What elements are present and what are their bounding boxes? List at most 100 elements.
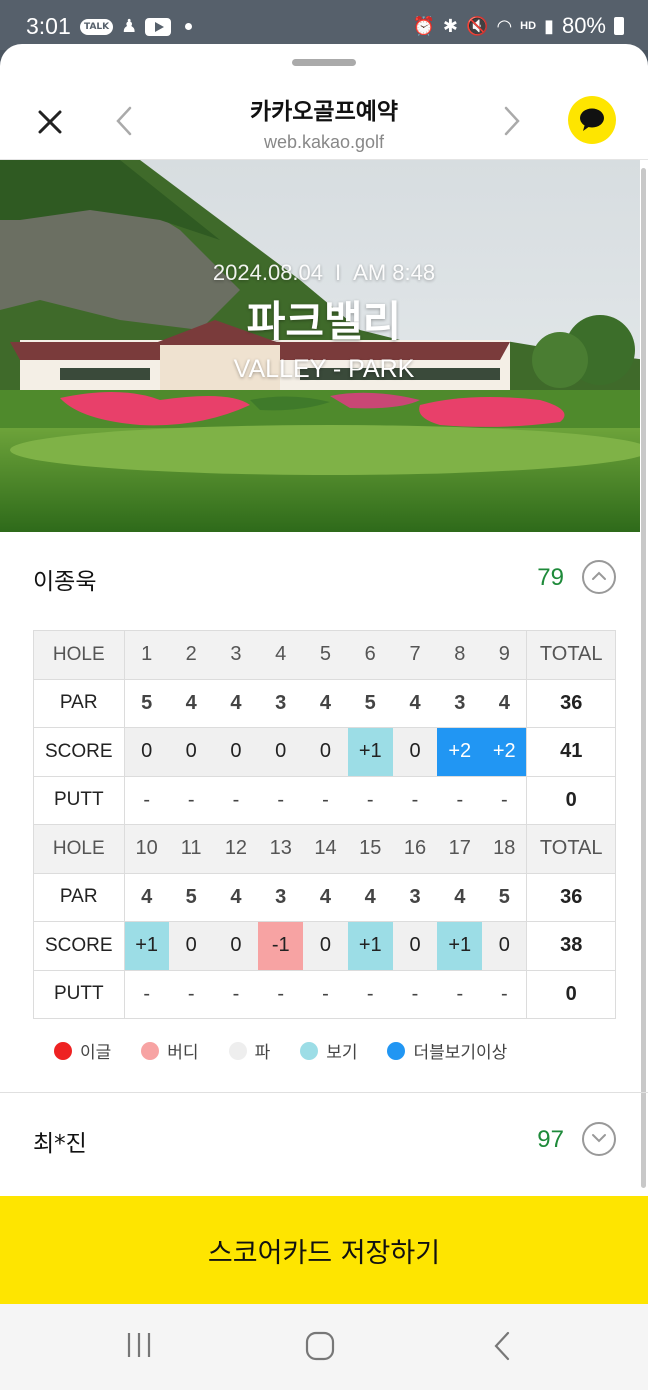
notification-icons: TALK ♟ bbox=[80, 16, 193, 37]
webview-sheet: 카카오골프예약 web.kakao.golf 2024.08.04 I AM 8… bbox=[0, 44, 648, 1304]
hole-cell: 9 bbox=[482, 630, 528, 680]
player-row-1[interactable]: 이종욱 79 bbox=[0, 534, 648, 624]
double-swatch-icon bbox=[387, 1041, 406, 1060]
hole-cell: 18 bbox=[482, 824, 528, 874]
home-button[interactable] bbox=[304, 1330, 336, 1366]
status-bar: 3:01 TALK ♟ ⏰ ✱ 🔇 ◠ HD ▮ 80% bbox=[0, 0, 648, 50]
putt-cell: - bbox=[258, 969, 304, 1019]
close-icon bbox=[38, 110, 62, 134]
score-cell: 0 bbox=[213, 921, 259, 971]
course-name: 파크밸리 bbox=[246, 297, 402, 346]
forward-nav-button[interactable] bbox=[500, 104, 524, 138]
system-nav-bar bbox=[0, 1304, 648, 1390]
score-cell: +1 bbox=[123, 921, 169, 971]
legend-item-birdie: 버디 bbox=[141, 1038, 199, 1063]
score-total: 41 bbox=[526, 727, 616, 777]
collapse-toggle-button[interactable] bbox=[582, 560, 616, 594]
hole-cell: 10 bbox=[123, 824, 169, 874]
close-button[interactable] bbox=[32, 104, 68, 140]
hole-cell: 11 bbox=[168, 824, 214, 874]
putt-cell: - bbox=[258, 775, 304, 825]
player-divider bbox=[0, 1092, 648, 1093]
putt-total: 0 bbox=[526, 969, 616, 1019]
par-label: PAR bbox=[33, 872, 125, 922]
player-total-score: 97 bbox=[537, 1126, 564, 1153]
system-back-button[interactable] bbox=[490, 1330, 514, 1366]
putt-row-front: PUTT - - - - - - - - -0 bbox=[33, 775, 616, 825]
battery-icon bbox=[614, 17, 624, 35]
par-swatch-icon bbox=[228, 1041, 247, 1060]
hole-cell: 12 bbox=[213, 824, 259, 874]
sheet-drag-handle[interactable] bbox=[292, 59, 356, 66]
par-cell: 5 bbox=[347, 678, 393, 728]
score-cell: 0 bbox=[123, 727, 169, 777]
system-icons: ⏰ ✱ 🔇 ◠ HD ▮ 80% bbox=[413, 13, 624, 39]
score-cell: 0 bbox=[258, 727, 304, 777]
course-sub-name: VALLEY - PARK bbox=[233, 355, 415, 383]
par-cell: 3 bbox=[392, 872, 438, 922]
putt-cell: - bbox=[437, 775, 483, 825]
putt-cell: - bbox=[168, 775, 214, 825]
par-cell: 4 bbox=[437, 872, 483, 922]
legend-item-par: 파 bbox=[228, 1038, 270, 1063]
expand-toggle-button[interactable] bbox=[582, 1122, 616, 1156]
round-info: 2024.08.04 I AM 8:48 파크밸리 VALLEY - PARK bbox=[0, 260, 640, 384]
par-cell: 4 bbox=[123, 872, 169, 922]
recent-apps-button[interactable] bbox=[124, 1330, 154, 1364]
hole-row-back: HOLE 10 11 12 13 14 15 16 17 18 TOTAL bbox=[33, 824, 616, 874]
birdie-swatch-icon bbox=[141, 1041, 160, 1060]
par-cell: 4 bbox=[213, 678, 259, 728]
score-row-back: SCORE +1 0 0 -1 0 +1 0 +1 0 38 bbox=[33, 921, 616, 971]
battery-text: 80% bbox=[561, 13, 606, 38]
hole-cell: 1 bbox=[123, 630, 169, 680]
page-title: 카카오골프예약 bbox=[249, 99, 399, 125]
kakaotalk-share-button[interactable] bbox=[568, 96, 616, 144]
header-title-block: 카카오골프예약 web.kakao.golf bbox=[174, 92, 474, 153]
recent-apps-icon bbox=[127, 1333, 151, 1357]
chevron-right-icon bbox=[504, 106, 520, 136]
par-cell: 4 bbox=[213, 872, 259, 922]
putt-cell: - bbox=[303, 969, 348, 1019]
player-total-score: 79 bbox=[537, 564, 564, 591]
score-row-front: SCORE 0 0 0 0 0 +1 0 +2 +2 41 bbox=[33, 727, 616, 777]
round-time: AM 8:48 bbox=[353, 260, 436, 285]
player-name: 최*진 bbox=[33, 1131, 87, 1157]
legend-item-double: 더블보기이상 bbox=[387, 1038, 507, 1063]
score-cell: +1 bbox=[347, 727, 393, 777]
putt-row-back: PUTT - - - - - - - - -0 bbox=[33, 969, 616, 1019]
legend-item-bogey: 보기 bbox=[300, 1038, 357, 1063]
par-cell: 3 bbox=[437, 678, 483, 728]
hole-cell: 7 bbox=[392, 630, 438, 680]
putt-label: PUTT bbox=[33, 969, 125, 1019]
player-name: 이종욱 bbox=[33, 569, 97, 595]
legend-label: 더블보기이상 bbox=[413, 1043, 508, 1063]
hole-cell: 17 bbox=[437, 824, 483, 874]
score-cell: 0 bbox=[168, 727, 214, 777]
kakaotalk-icon: TALK bbox=[80, 18, 114, 35]
putt-cell: - bbox=[392, 969, 438, 1019]
back-nav-button[interactable] bbox=[112, 104, 136, 138]
par-label: PAR bbox=[33, 678, 125, 728]
score-legend: 이글 버디 파 보기 더블보기이상 bbox=[54, 1038, 507, 1063]
putt-label: PUTT bbox=[33, 775, 125, 825]
page-url: web.kakao.golf bbox=[263, 132, 385, 152]
par-cell: 4 bbox=[347, 872, 393, 922]
status-time: 3:01 bbox=[26, 13, 71, 39]
more-notifications-icon bbox=[185, 23, 193, 30]
score-cell: 0 bbox=[213, 727, 259, 777]
score-label: SCORE bbox=[33, 727, 125, 777]
save-scorecard-button[interactable]: 스코어카드 저장하기 bbox=[0, 1196, 648, 1304]
hole-total: TOTAL bbox=[526, 630, 616, 680]
score-cell: 0 bbox=[168, 921, 214, 971]
hole-cell: 14 bbox=[303, 824, 348, 874]
wifi-icon: ◠ bbox=[496, 15, 513, 36]
par-cell: 5 bbox=[123, 678, 169, 728]
scrollbar[interactable] bbox=[641, 168, 646, 1188]
score-cell: 0 bbox=[303, 727, 348, 777]
score-cell: 0 bbox=[392, 727, 438, 777]
par-total: 36 bbox=[526, 678, 616, 728]
score-cell: +1 bbox=[347, 921, 393, 971]
putt-cell: - bbox=[168, 969, 214, 1019]
player-row-2[interactable]: 최*진 97 bbox=[0, 1096, 648, 1186]
par-total: 36 bbox=[526, 872, 616, 922]
